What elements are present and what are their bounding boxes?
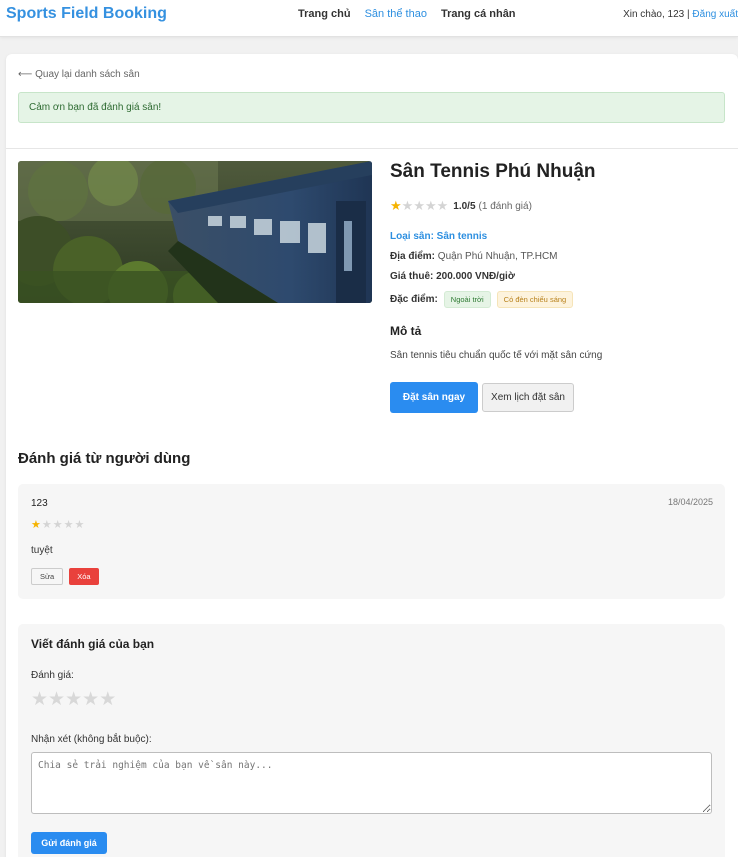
rating-stars: ★★★★★ xyxy=(390,199,448,213)
price-label: Giá thuê: xyxy=(390,271,434,282)
features-label: Đặc điểm: xyxy=(390,294,438,305)
rating-score: 1.0/5 xyxy=(453,200,476,212)
location-label: Địa điểm: xyxy=(390,251,436,262)
book-now-button[interactable]: Đặt sân ngay xyxy=(390,382,478,413)
star-icon: ★ xyxy=(413,198,425,213)
review-actions: Sửa Xóa xyxy=(31,568,99,585)
star-icon: ★ xyxy=(74,519,85,531)
rating-label: Đánh giá: xyxy=(31,670,74,681)
field-photo xyxy=(18,161,372,303)
view-schedule-button[interactable]: Xem lịch đặt sân xyxy=(482,383,574,412)
review-text: tuyệt xyxy=(31,545,53,556)
rating-input: ★ ★ ★ ★ ★ xyxy=(31,690,116,709)
star-input-icon[interactable]: ★ xyxy=(48,690,65,709)
description-title: Mô tả xyxy=(390,324,422,338)
submit-review-button[interactable]: Gửi đánh giá xyxy=(31,832,107,854)
field-detail-card: ⟵ Quay lại danh sách sân Cảm ơn bạn đã đ… xyxy=(6,54,738,857)
star-icon: ★ xyxy=(401,198,414,213)
field-price: Giá thuê: 200.000 VNĐ/giờ xyxy=(390,271,720,282)
brand-logo[interactable]: Sports Field Booking xyxy=(6,5,167,23)
reviews-heading: Đánh giá từ người dùng xyxy=(18,450,191,467)
user-greeting: Xin chào, 123 | xyxy=(623,9,690,20)
feature-tag-outdoor: Ngoài trời xyxy=(443,291,491,308)
rating-count: (1 đánh giá) xyxy=(478,200,532,212)
review-stars: ★ ★ ★ ★ ★ xyxy=(31,520,85,531)
main-nav: Trang chủ Sân thể thao Trang cá nhân xyxy=(298,8,530,20)
nav-link-home[interactable]: Trang chủ xyxy=(298,8,351,20)
field-features: Đặc điểm: Ngoài trời Có đèn chiếu sáng xyxy=(390,291,720,308)
nav-link-profile[interactable]: Trang cá nhân xyxy=(441,8,516,20)
field-sport-type: Loại sân: Sân tennis xyxy=(390,231,488,242)
review-author: 123 xyxy=(31,498,48,509)
top-navbar: Sports Field Booking Trang chủ Sân thể t… xyxy=(0,0,738,37)
edit-review-button[interactable]: Sửa xyxy=(31,568,64,585)
review-form: Viết đánh giá của bạn Đánh giá: ★ ★ ★ ★ ★ Nh… xyxy=(18,624,725,857)
field-info: Sân Tennis Phú Nhuận ★★★★★ 1.0/5 (1 đánh… xyxy=(390,161,720,413)
review-date: 18/04/2025 xyxy=(667,497,713,507)
price-value: 200.000 VNĐ/giờ xyxy=(436,271,515,282)
star-icon: ★ xyxy=(63,519,74,531)
divider xyxy=(6,148,738,149)
star-input-icon[interactable]: ★ xyxy=(82,690,99,709)
delete-review-button[interactable]: Xóa xyxy=(69,568,99,585)
field-rating: ★★★★★ 1.0/5 (1 đánh giá) xyxy=(390,199,720,213)
nav-link-fields[interactable]: Sân thể thao xyxy=(365,8,427,20)
review-item: 123 18/04/2025 ★ ★ ★ ★ ★ tuyệt Sửa Xóa xyxy=(18,484,725,599)
star-input-icon[interactable]: ★ xyxy=(65,690,82,709)
feature-tag-lighting: Có đèn chiếu sáng xyxy=(496,291,574,308)
star-icon: ★ xyxy=(31,519,41,531)
star-icon: ★ xyxy=(41,519,52,531)
success-alert: Cảm ơn bạn đã đánh giá sân! xyxy=(18,92,725,123)
star-icon: ★ xyxy=(52,519,63,531)
back-to-list-link[interactable]: ⟵ Quay lại danh sách sân xyxy=(18,69,140,80)
description-text: Sân tennis tiêu chuẩn quốc tế với mặt sâ… xyxy=(390,350,603,361)
location-value: Quận Phú Nhuận, TP.HCM xyxy=(437,251,558,262)
comment-label: Nhận xét (không bắt buộc): xyxy=(31,734,152,745)
star-input-icon[interactable]: ★ xyxy=(31,690,48,709)
action-buttons: Đặt sân ngay Xem lịch đặt sân xyxy=(390,382,720,413)
field-name: Sân Tennis Phú Nhuận xyxy=(390,161,596,182)
star-input-icon[interactable]: ★ xyxy=(99,690,116,709)
field-location: Địa điểm: Quận Phú Nhuận, TP.HCM xyxy=(390,251,720,262)
logout-link[interactable]: Đăng xuất xyxy=(692,9,738,20)
comment-textarea[interactable] xyxy=(31,752,712,814)
user-menu: Xin chào, 123 | Đăng xuất xyxy=(623,9,738,20)
star-icon: ★ xyxy=(424,198,437,213)
star-icon: ★ xyxy=(390,198,402,213)
review-form-title: Viết đánh giá của bạn xyxy=(31,637,155,651)
star-icon: ★ xyxy=(436,198,449,213)
